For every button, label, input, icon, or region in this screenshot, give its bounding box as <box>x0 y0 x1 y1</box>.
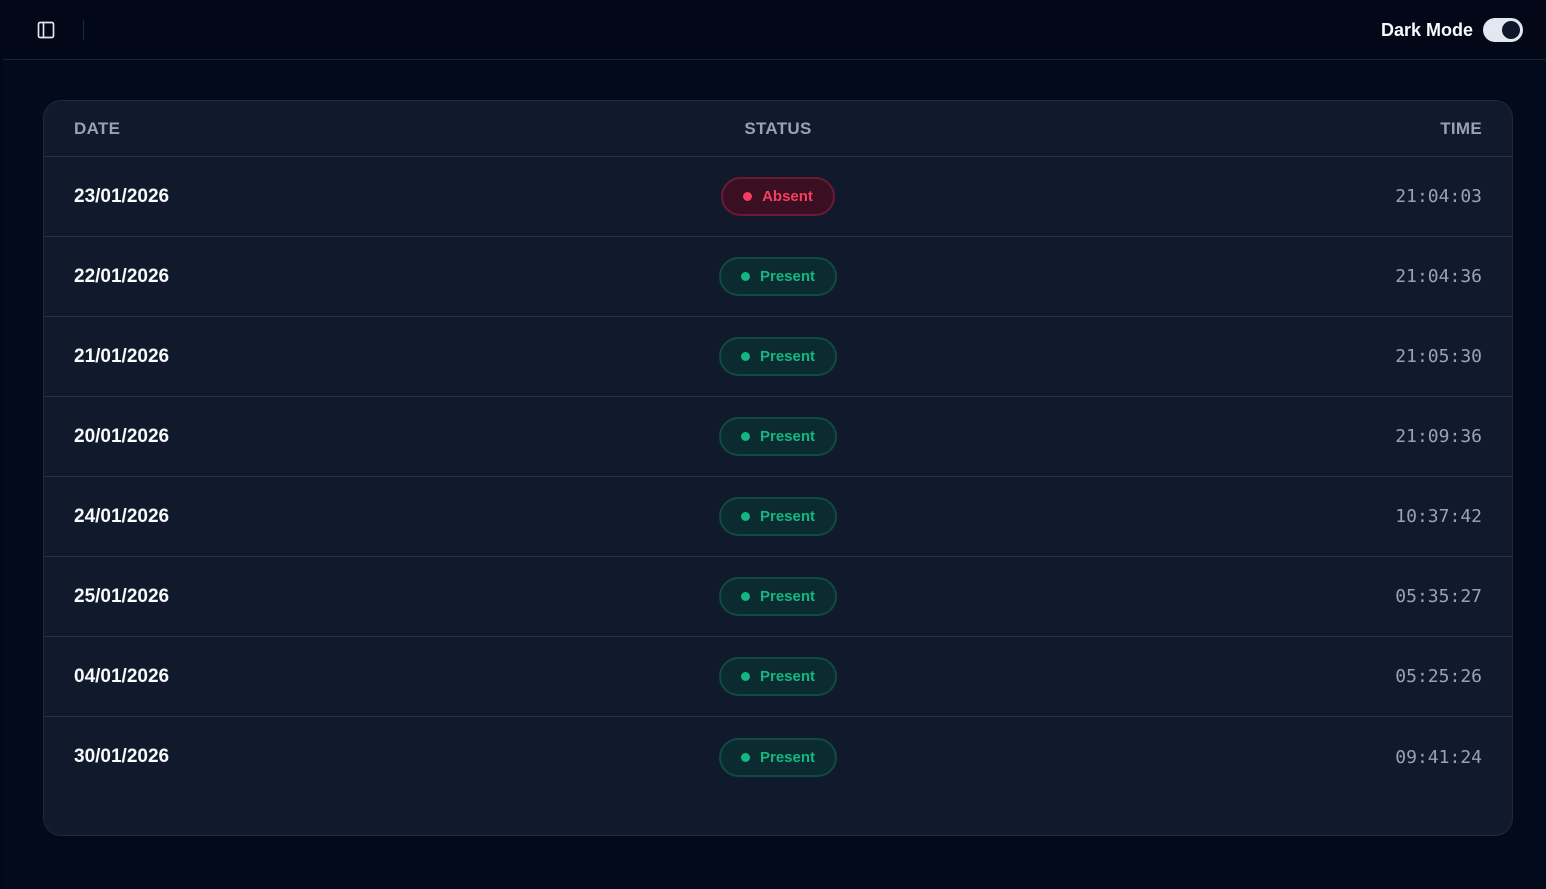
status-label: Present <box>759 588 816 605</box>
table-row: 23/01/2026 Absent 21:04:03 <box>44 157 1512 237</box>
attendance-table: DATE STATUS TIME 23/01/2026 Absent 21:04:0… <box>43 100 1513 836</box>
table-row: 21/01/2026 Present 21:05:30 <box>44 317 1512 397</box>
row-date: 23/01/2026 <box>74 185 170 207</box>
column-header-date[interactable]: DATE <box>74 119 574 139</box>
dark-mode-control: Dark Mode <box>1381 17 1523 43</box>
table-body: 23/01/2026 Absent 21:04:03 22/01/2026 Presen… <box>44 157 1512 797</box>
status-dot-icon <box>740 672 750 681</box>
dark-mode-label: Dark Mode <box>1380 19 1473 40</box>
row-status-cell: Present <box>574 577 982 616</box>
status-label: Present <box>759 748 816 766</box>
status-label: Present <box>759 508 816 525</box>
status-dot-icon <box>743 192 753 201</box>
panel-left-icon <box>37 21 55 39</box>
table-row: 30/01/2026 Present 09:41:24 <box>44 717 1512 797</box>
status-badge: Present <box>718 737 838 777</box>
row-date: 30/01/2026 <box>74 746 170 767</box>
row-time: 10:37:42 <box>1395 506 1482 527</box>
row-status-cell: Present <box>574 257 982 296</box>
status-badge: Present <box>718 577 838 616</box>
status-label: Present <box>759 668 816 685</box>
row-time: 05:35:27 <box>1395 586 1482 607</box>
row-time: 05:25:26 <box>1395 666 1482 687</box>
status-badge: Present <box>718 257 838 296</box>
status-dot-icon <box>740 352 750 361</box>
row-status-cell: Present <box>574 417 982 456</box>
status-label: Absent <box>762 188 813 205</box>
sidebar-toggle-button[interactable] <box>34 18 58 42</box>
row-time: 21:04:03 <box>1395 186 1482 207</box>
table-header: DATE STATUS TIME <box>44 101 1512 157</box>
row-date: 21/01/2026 <box>74 345 170 367</box>
header-divider <box>83 20 84 40</box>
row-time: 21:04:36 <box>1395 266 1482 287</box>
row-time: 09:41:24 <box>1395 746 1482 768</box>
toggle-knob <box>1502 21 1520 39</box>
status-badge: Present <box>718 497 838 536</box>
row-date: 20/01/2026 <box>74 425 170 447</box>
row-date: 25/01/2026 <box>74 585 170 607</box>
column-header-time[interactable]: TIME <box>982 119 1482 139</box>
column-header-status[interactable]: STATUS <box>574 119 982 139</box>
row-date: 22/01/2026 <box>74 265 170 287</box>
status-dot-icon <box>740 752 750 762</box>
row-time: 21:09:36 <box>1395 426 1482 447</box>
table-row: 20/01/2026 Present 21:09:36 <box>44 397 1512 477</box>
row-date: 04/01/2026 <box>74 665 170 687</box>
status-badge: Absent <box>721 177 835 216</box>
row-status-cell: Present <box>574 497 982 536</box>
status-dot-icon <box>740 432 750 441</box>
table-row: 25/01/2026 Present 05:35:27 <box>44 557 1512 637</box>
row-status-cell: Present <box>574 337 982 376</box>
table-row: 04/01/2026 Present 05:25:26 <box>44 637 1512 717</box>
row-time: 21:05:30 <box>1395 346 1482 367</box>
status-label: Present <box>759 268 816 285</box>
app-shell: Dark Mode DATE STATUS TIME 23/01/2026 Abs… <box>3 0 1546 889</box>
status-label: Present <box>759 428 816 445</box>
status-dot-icon <box>740 512 750 521</box>
dark-mode-toggle[interactable] <box>1483 18 1523 42</box>
table-row: 24/01/2026 Present 10:37:42 <box>44 477 1512 557</box>
top-bar: Dark Mode <box>3 0 1546 60</box>
status-badge: Present <box>718 417 838 456</box>
table-row: 22/01/2026 Present 21:04:36 <box>44 237 1512 317</box>
row-status-cell: Absent <box>574 177 982 216</box>
status-dot-icon <box>740 272 750 281</box>
status-dot-icon <box>740 592 750 601</box>
row-status-cell: Present <box>574 737 982 777</box>
status-badge: Present <box>718 337 838 376</box>
row-status-cell: Present <box>574 657 982 696</box>
status-label: Present <box>759 348 816 365</box>
row-date: 24/01/2026 <box>74 505 170 527</box>
status-badge: Present <box>718 657 838 696</box>
